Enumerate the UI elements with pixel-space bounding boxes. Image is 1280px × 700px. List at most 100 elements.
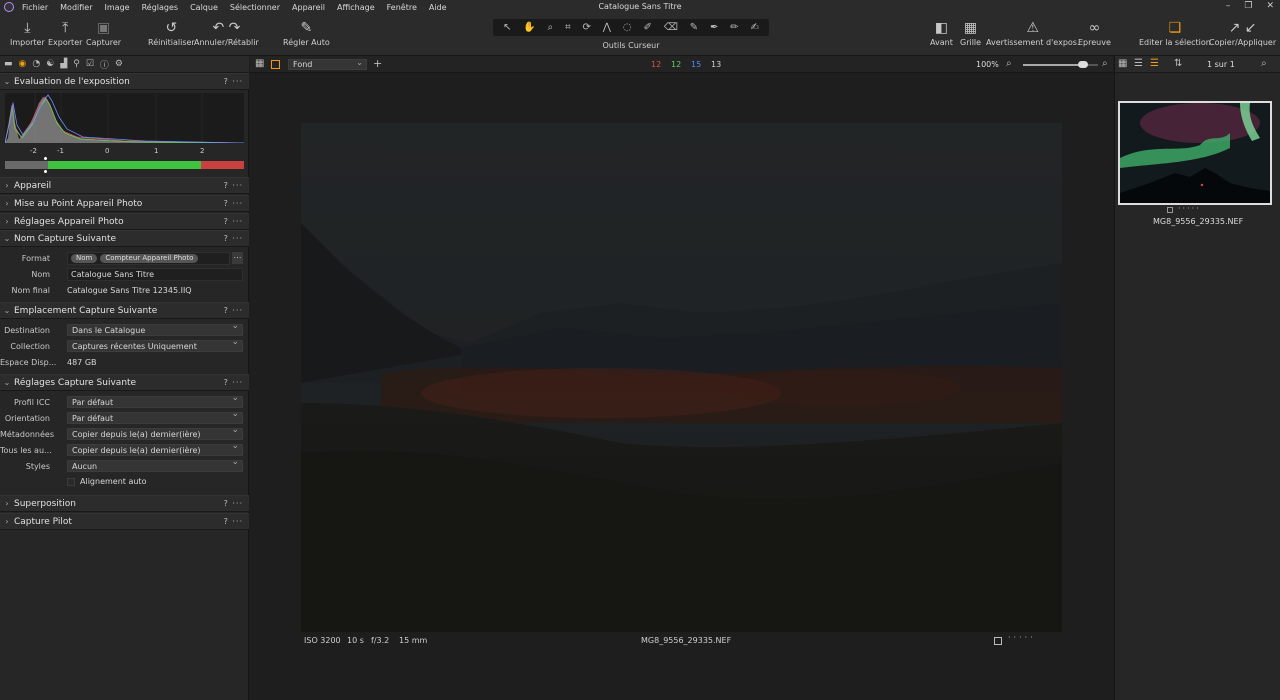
list-view-icon[interactable]: ☰ [1134, 58, 1143, 69]
picker-icon[interactable]: ✒ [710, 22, 718, 33]
section-superposition[interactable]: › Superposition ? ··· [0, 495, 249, 512]
format-more-button[interactable]: … [232, 252, 243, 264]
main-photo[interactable] [301, 123, 1062, 632]
thumbnail[interactable] [1118, 101, 1272, 205]
layer-select[interactable]: Fond ⌄ [288, 58, 367, 70]
menu-selectionner[interactable]: Sélectionner [230, 3, 280, 12]
menu-calque[interactable]: Calque [190, 3, 218, 12]
section-help-menu-icon[interactable]: ? ··· [224, 77, 243, 86]
details-tab-icon[interactable]: ⚲ [73, 59, 80, 69]
settings-tab-icon[interactable]: ⚙ [115, 59, 123, 69]
gradient-icon[interactable]: ✎ [690, 22, 698, 33]
avant-button[interactable]: ◧ Avant [930, 18, 953, 47]
alignement-checkbox[interactable] [67, 478, 75, 486]
section-help-menu-icon[interactable]: ? ··· [224, 306, 243, 315]
editer-selection-button[interactable]: ❏ Editer la sélection [1139, 18, 1211, 47]
menu-image[interactable]: Image [105, 3, 130, 12]
format-token[interactable]: Compteur Appareil Photo [100, 253, 199, 263]
color-tab-icon[interactable]: ☯ [46, 59, 54, 69]
folder-tab-icon[interactable]: ▬ [4, 59, 13, 69]
menu-affichage[interactable]: Affichage [337, 3, 375, 12]
pointer-icon[interactable]: ↖ [503, 22, 511, 33]
add-layer-icon[interactable]: + [373, 57, 382, 70]
zoom-in-icon[interactable]: ⌕ [1102, 58, 1108, 69]
grid-view-icon[interactable]: ▦ [1118, 58, 1127, 69]
zoom-slider[interactable] [1023, 61, 1098, 68]
zoom-slider-handle[interactable] [1078, 61, 1088, 68]
section-help-menu-icon[interactable]: ? ··· [224, 199, 243, 208]
grille-button[interactable]: ▦ Grille [960, 18, 981, 47]
section-capture-pilot[interactable]: › Capture Pilot ? ··· [0, 513, 249, 530]
menu-appareil[interactable]: Appareil [292, 3, 325, 12]
adjustments-tab-icon[interactable]: ☑ [86, 59, 94, 69]
zoom-out-icon[interactable]: ⌕ [1006, 58, 1012, 69]
brush-icon[interactable]: ✐ [643, 22, 651, 33]
nom-input[interactable]: Catalogue Sans Titre [67, 267, 243, 281]
minimize-icon[interactable]: – [1226, 1, 1231, 11]
grid-view-icon[interactable]: ▦ [255, 58, 264, 69]
pen-icon[interactable]: ✏ [730, 22, 738, 33]
epreuve-button[interactable]: ∞ Epreuve [1078, 18, 1111, 47]
section-help-menu-icon[interactable]: ? ··· [224, 517, 243, 526]
section-reglages-capture[interactable]: ⌄ Réglages Capture Suivante ? ··· [0, 374, 249, 391]
crop-icon[interactable]: ⌗ [565, 22, 571, 33]
format-field[interactable]: Nom Compteur Appareil Photo [67, 251, 230, 265]
chevron-down-icon: ⌄ [3, 77, 11, 86]
rating-dots[interactable]: ····· [1008, 633, 1036, 642]
menu-fenetre[interactable]: Fenêtre [387, 3, 417, 12]
loupe-icon[interactable]: ⌕ [548, 22, 554, 33]
spot-icon[interactable]: ◌ [623, 22, 632, 33]
section-emplacement-capture[interactable]: ⌄ Emplacement Capture Suivante ? ··· [0, 302, 249, 319]
section-mise-au-point[interactable]: › Mise au Point Appareil Photo ? ··· [0, 195, 249, 212]
thumbnail-rating-dots[interactable]: ····· [1178, 204, 1201, 213]
metadata-tab-icon[interactable]: ⓘ [100, 58, 109, 71]
destination-select[interactable]: Dans le Catalogue [67, 321, 243, 336]
copier-appliquer-button[interactable]: ↗ ↙ Copier/Appliquer [1209, 18, 1276, 47]
menu-reglages[interactable]: Réglages [142, 3, 179, 12]
menu-aide[interactable]: Aide [429, 3, 447, 12]
section-nom-capture[interactable]: ⌄ Nom Capture Suivante ? ··· [0, 230, 249, 247]
capture-tab-icon[interactable]: ◉ [19, 59, 27, 69]
annuler-retablir-button[interactable]: ↶ ↷ Annuler/Rétablir [194, 18, 259, 47]
section-help-menu-icon[interactable]: ? ··· [224, 378, 243, 387]
section-appareil[interactable]: › Appareil ? ··· [0, 177, 249, 194]
maximize-icon[interactable]: ❐ [1244, 1, 1252, 11]
section-help-menu-icon[interactable]: ? ··· [224, 499, 243, 508]
section-reglages-appareil[interactable]: › Réglages Appareil Photo ? ··· [0, 213, 249, 230]
rotate-icon[interactable]: ⟳ [583, 22, 591, 33]
avertissement-button[interactable]: ⚠ Avertissement d'expos. [986, 18, 1080, 47]
single-view-icon[interactable] [271, 60, 280, 69]
section-exposure-evaluation[interactable]: ⌄ Evaluation de l'exposition ? ··· [0, 73, 249, 90]
regler-auto-button[interactable]: ✎ Régler Auto [283, 18, 330, 47]
aperture-value: f/3.2 [371, 636, 390, 645]
capturer-button[interactable]: ▣ Capturer [86, 18, 121, 47]
section-help-menu-icon[interactable]: ? ··· [224, 234, 243, 243]
styles-select[interactable]: Aucun [67, 457, 243, 472]
hand-icon[interactable]: ✋ [523, 22, 535, 33]
filmstrip-view-icon[interactable]: ☰ [1150, 58, 1159, 69]
thumbnail-select-checkbox[interactable] [1167, 207, 1173, 213]
exporter-button[interactable]: ⤒ Exporter [48, 18, 82, 47]
exposure-tab-icon[interactable]: ▟ [60, 59, 67, 69]
keystone-icon[interactable]: ⋀ [603, 22, 611, 33]
orientation-select[interactable]: Par défaut [67, 409, 243, 424]
eraser-icon[interactable]: ⌫ [664, 22, 678, 33]
menu-fichier[interactable]: Fichier [22, 3, 48, 12]
metadonnees-select[interactable]: Copier depuis le(a) dernier(ière) [67, 425, 243, 440]
section-help-menu-icon[interactable]: ? ··· [224, 181, 243, 190]
search-icon[interactable]: ⌕ [1261, 58, 1267, 69]
lens-tab-icon[interactable]: ◔ [32, 59, 40, 69]
importer-button[interactable]: ⤓ Importer [10, 18, 45, 47]
menu-modifier[interactable]: Modifier [60, 3, 92, 12]
collection-select[interactable]: Captures récentes Uniquement [67, 337, 243, 352]
profil-icc-select[interactable]: Par défaut [67, 393, 243, 408]
section-help-menu-icon[interactable]: ? ··· [224, 217, 243, 226]
sort-icon[interactable]: ⇅ [1174, 58, 1182, 69]
tous-les-au-select[interactable]: Copier depuis le(a) dernier(ière) [67, 441, 243, 456]
annotation-icon[interactable]: ✍ [751, 22, 759, 33]
count-luma: 13 [711, 60, 722, 69]
close-icon[interactable]: ✕ [1266, 1, 1274, 11]
format-token[interactable]: Nom [71, 253, 98, 263]
select-checkbox[interactable] [994, 637, 1002, 645]
reinitialiser-button[interactable]: ↺ Réinitialiser [148, 18, 195, 47]
